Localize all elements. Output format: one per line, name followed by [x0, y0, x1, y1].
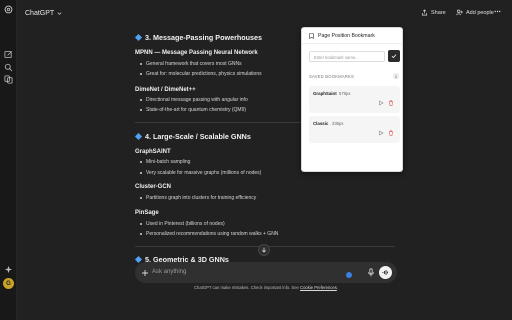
section-heading: 3. Message-Passing Powerhouses [134, 33, 263, 42]
add-people-button[interactable]: Add people [456, 9, 494, 16]
popup-divider [302, 43, 402, 44]
delete-bookmark-icon[interactable] [388, 100, 394, 106]
library-icon[interactable] [4, 75, 13, 84]
blue-diamond-icon [134, 132, 143, 141]
bookmark-name: Classic [313, 121, 329, 126]
save-bookmark-button[interactable] [388, 50, 400, 62]
bookmark-count-badge: 2 [393, 73, 399, 79]
share-button[interactable]: Share [421, 9, 446, 16]
extension-badge-icon[interactable] [346, 272, 352, 278]
share-label: Share [431, 9, 446, 16]
bookmark-item[interactable]: GraphSaint 579px [309, 86, 400, 113]
openai-logo-icon[interactable] [4, 5, 13, 14]
cookie-preferences-link[interactable]: Cookie Preferences [300, 285, 337, 290]
go-to-bookmark-icon[interactable] [378, 130, 384, 136]
list-item: Used in Pinterest (billions of nodes) [140, 221, 225, 227]
sparkle-icon[interactable] [4, 265, 13, 274]
disclaimer-end: . [336, 285, 338, 290]
bookmark-name: GraphSaint [313, 91, 337, 96]
chatgpt-window: G ChatGPT Share Add people 3. Message-Pa… [0, 0, 512, 320]
message-composer: Ask anything [135, 262, 397, 283]
list-item: Partitions graph into clusters for train… [139, 195, 257, 201]
list-item: Very scalable for massive graphs (millio… [139, 170, 262, 176]
voice-mode-button[interactable] [379, 266, 392, 279]
add-people-label: Add people [466, 9, 494, 16]
list-item: State-of-the-art for quantum chemistry (… [139, 107, 247, 113]
message-input[interactable]: Ask anything [152, 269, 186, 275]
model-heading: Cluster-GCN [135, 184, 172, 190]
bookmark-name-input[interactable]: Enter bookmark name... [309, 51, 385, 62]
model-selector[interactable]: ChatGPT [25, 10, 62, 17]
scroll-to-bottom-button[interactable] [258, 244, 270, 256]
disclaimer-text: ChatGPT can make mistakes. Check importa… [193, 285, 301, 290]
bookmark-item[interactable]: Classic 236px [309, 116, 400, 143]
left-sidebar-rail: G [0, 0, 17, 320]
bookmark-position: 579px [339, 91, 351, 96]
microphone-icon[interactable] [367, 268, 375, 277]
blue-diamond-icon [134, 33, 143, 42]
list-item: Personalized recommendations using rando… [139, 231, 279, 237]
model-heading: DimeNet / DimeNet++ [135, 87, 196, 93]
section-heading: 4. Large-Scale / Scalable GNNs [134, 132, 251, 141]
arrow-down-icon [262, 247, 266, 253]
bookmark-extension-popup: Page Position Bookmark Enter bookmark na… [301, 27, 403, 172]
plus-icon [141, 269, 148, 276]
top-header: ChatGPT Share Add people [17, 0, 512, 28]
model-name-label: ChatGPT [25, 10, 55, 17]
attach-button[interactable] [140, 268, 149, 277]
chevron-down-icon [57, 12, 62, 15]
model-heading: GraphSAINT [135, 149, 171, 155]
bookmark-position: 236px [332, 121, 344, 126]
avatar-initial: G [6, 280, 11, 287]
more-icon [494, 10, 501, 13]
section-title: 3. Message-Passing Powerhouses [145, 33, 263, 42]
share-icon [421, 9, 428, 16]
list-item: General framework that covers most GNNs [140, 61, 242, 67]
go-to-bookmark-icon[interactable] [378, 100, 384, 106]
add-person-icon [456, 9, 463, 16]
list-item: Directional message passing with angular… [140, 97, 248, 103]
popup-title: Page Position Bookmark [318, 33, 375, 39]
avatar[interactable]: G [3, 278, 14, 289]
model-heading: PinSage [135, 210, 159, 216]
checkmark-icon [391, 54, 397, 59]
list-item: Mini-batch sampling [139, 159, 191, 165]
more-options-button[interactable] [494, 8, 501, 15]
section-title: 4. Large-Scale / Scalable GNNs [145, 132, 251, 141]
list-item: Great for: molecular predictions, physic… [140, 71, 262, 77]
new-chat-icon[interactable] [4, 50, 13, 59]
bookmark-icon [309, 33, 314, 39]
waveform-icon [382, 270, 388, 275]
delete-bookmark-icon[interactable] [388, 130, 394, 136]
disclaimer-footer: ChatGPT can make mistakes. Check importa… [135, 285, 397, 290]
saved-bookmarks-label: SAVED BOOKMARKS [309, 74, 355, 79]
search-icon[interactable] [4, 63, 13, 72]
model-heading: MPNN — Message Passing Neural Network [135, 50, 258, 56]
